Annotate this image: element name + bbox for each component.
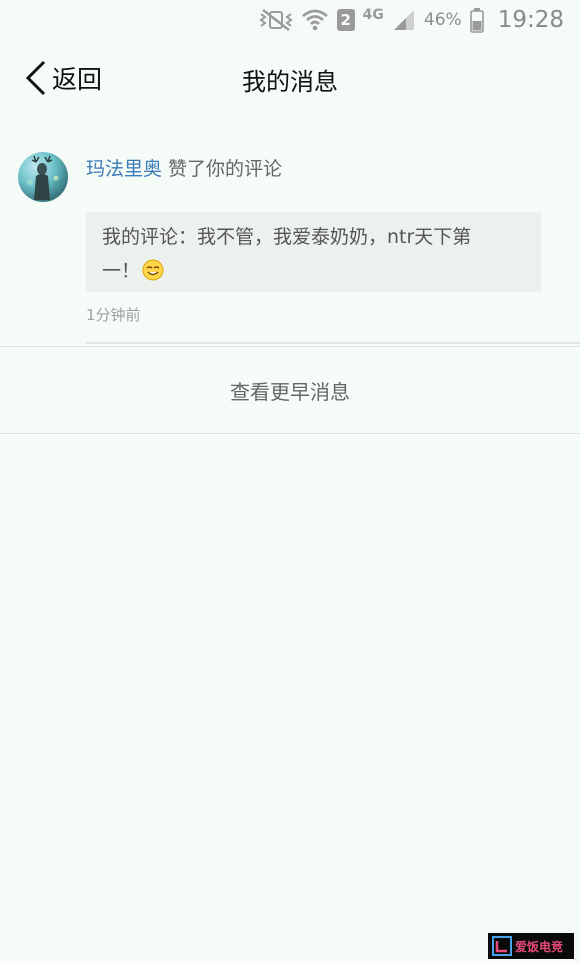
battery-icon bbox=[469, 8, 484, 33]
status-time: 19:28 bbox=[497, 7, 564, 33]
watermark-text: 爱饭电竞 bbox=[515, 939, 564, 954]
nav-bar: 返回 我的消息 bbox=[0, 44, 580, 114]
sim-slot-icon: 2 bbox=[336, 9, 355, 31]
wifi-icon bbox=[301, 9, 328, 31]
load-earlier-label: 查看更早消息 bbox=[230, 379, 350, 404]
load-earlier-button[interactable]: 查看更早消息 bbox=[0, 346, 580, 434]
comment-text-line-2-wrap: 一！ bbox=[102, 254, 525, 288]
watermark-logo-icon bbox=[492, 936, 512, 956]
smile-emoji-icon bbox=[142, 259, 164, 281]
comment-text-line-1: 我的评论：我不管，我爱泰奶奶，ntr天下第 bbox=[102, 226, 472, 248]
signal-icon bbox=[393, 10, 414, 30]
watermark: 爱饭电竞 bbox=[488, 933, 574, 959]
message-divider bbox=[86, 342, 580, 344]
vibrate-mute-icon bbox=[259, 9, 293, 31]
message-header: 玛法里奥 赞了你的评论 bbox=[86, 154, 282, 181]
action-text: 赞了你的评论 bbox=[168, 158, 283, 180]
network-type: 4G bbox=[362, 7, 384, 23]
status-bar: 2 4G 46% 19:28 bbox=[0, 0, 580, 40]
battery-percent: 46% bbox=[423, 10, 462, 30]
avatar[interactable] bbox=[18, 152, 68, 202]
comment-text-line-2: 一！ bbox=[102, 260, 141, 282]
back-button[interactable]: 返回 bbox=[22, 58, 102, 98]
username-link[interactable]: 玛法里奥 bbox=[86, 158, 162, 180]
comment-quote[interactable]: 我的评论：我不管，我爱泰奶奶，ntr天下第 一！ bbox=[86, 212, 541, 292]
back-label: 返回 bbox=[52, 65, 103, 94]
chevron-left-icon bbox=[25, 60, 46, 96]
deer-avatar-image bbox=[27, 155, 59, 200]
status-icons: 2 4G 46% 19:28 bbox=[259, 4, 564, 36]
message-timestamp: 1分钟前 bbox=[86, 306, 141, 324]
